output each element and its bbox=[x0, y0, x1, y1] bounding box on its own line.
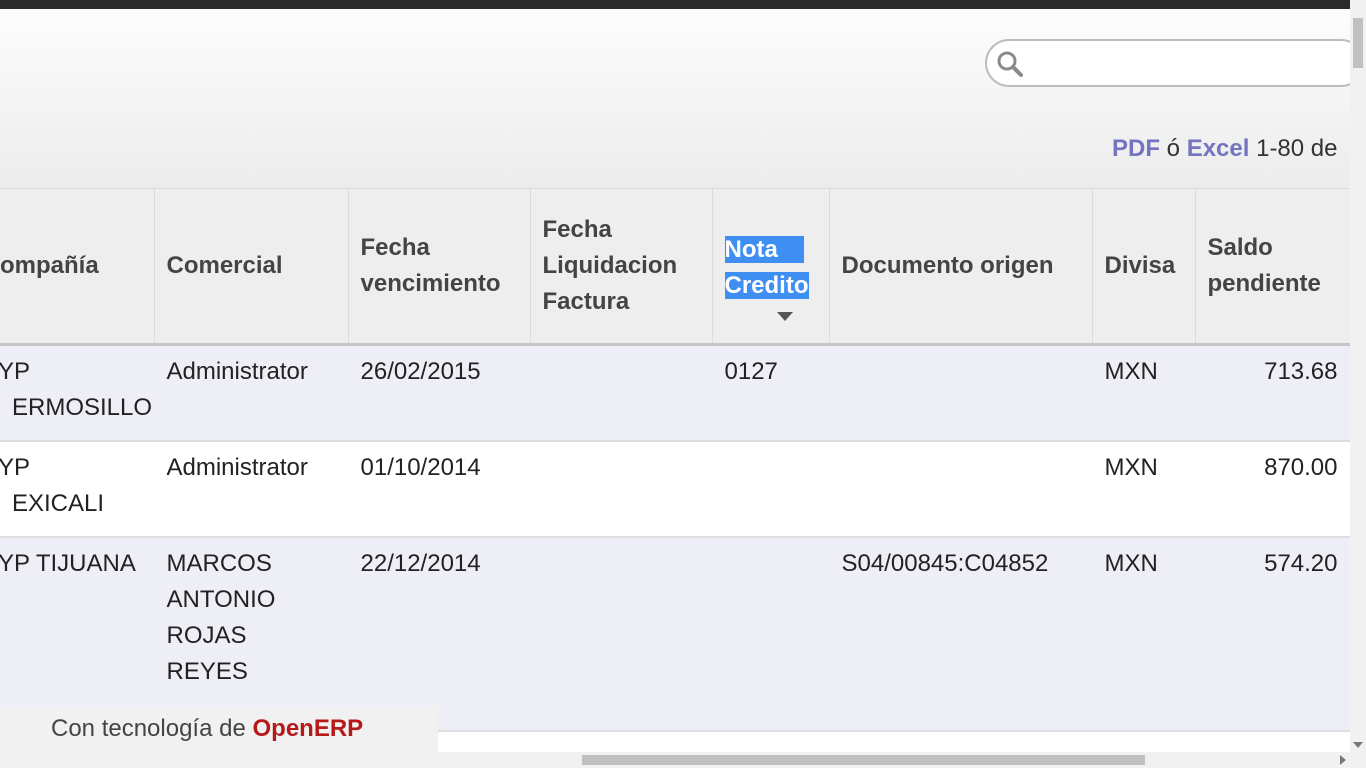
cell-salesperson-text: Administrator bbox=[166, 454, 308, 481]
cell-source-document bbox=[829, 344, 1092, 441]
cell-salesperson: Administrator bbox=[154, 441, 348, 537]
cell-settlement-date bbox=[530, 537, 712, 731]
column-header-source-document[interactable]: Documento origen bbox=[829, 188, 1093, 346]
cell-salesperson: MARCOS ANTONIO ROJAS REYES bbox=[154, 537, 348, 731]
cell-credit-note: 0127 bbox=[712, 344, 829, 441]
cell-settlement-date bbox=[530, 344, 712, 441]
vertical-scrollbar[interactable] bbox=[1350, 0, 1366, 768]
column-header-credit-note-line2: Credito bbox=[724, 271, 809, 299]
column-header-due-date-line1: Fecha bbox=[360, 234, 430, 261]
cell-balance: 713.68 bbox=[1195, 344, 1350, 441]
export-excel-link[interactable]: Excel bbox=[1187, 135, 1250, 162]
column-header-settlement-date-line3: Factura bbox=[542, 288, 630, 315]
table-row[interactable]: YP TIJUANA MARCOS ANTONIO ROJAS REYES 22… bbox=[0, 537, 1350, 731]
cell-company-line1: YP bbox=[0, 454, 31, 481]
column-header-currency[interactable]: Divisa bbox=[1092, 188, 1196, 346]
cell-company-line1: YP bbox=[0, 358, 31, 385]
column-header-currency-label: Divisa bbox=[1104, 252, 1176, 279]
sort-descending-icon[interactable] bbox=[776, 311, 793, 321]
cell-settlement-date bbox=[530, 441, 712, 537]
column-header-company-label: ompañía bbox=[0, 252, 99, 279]
cell-due-date: 01/10/2014 bbox=[348, 441, 530, 537]
cell-company: YP ERMOSILLO bbox=[0, 344, 154, 441]
table-row[interactable]: YP EXICALI Administrator 01/10/2014 MXN … bbox=[0, 441, 1350, 537]
pager-range[interactable]: 1-80 de bbox=[1256, 135, 1337, 162]
cell-company: YP EXICALI bbox=[0, 441, 154, 537]
cell-currency: MXN bbox=[1092, 344, 1195, 441]
column-header-salesperson[interactable]: Comercial bbox=[154, 188, 349, 346]
search-input[interactable] bbox=[1031, 47, 1335, 81]
search-box[interactable] bbox=[985, 39, 1365, 87]
column-header-salesperson-label: Comercial bbox=[166, 252, 283, 279]
export-pdf-link[interactable]: PDF bbox=[1112, 135, 1160, 162]
invoice-table: ompañía Comercial Fecha vencimiento Fech… bbox=[0, 188, 1350, 732]
column-header-balance[interactable]: Saldo pendiente bbox=[1195, 188, 1350, 346]
column-header-settlement-date-line1: Fecha bbox=[542, 216, 612, 243]
footer-text: Con tecnología de bbox=[51, 715, 246, 742]
cell-credit-note bbox=[712, 441, 829, 537]
cell-company-line1: YP TIJUANA bbox=[0, 550, 136, 577]
search-icon bbox=[997, 51, 1023, 77]
column-header-due-date[interactable]: Fecha vencimiento bbox=[348, 188, 531, 346]
cell-company: YP TIJUANA bbox=[0, 537, 154, 731]
cell-due-date: 26/02/2015 bbox=[348, 344, 530, 441]
cell-source-document bbox=[829, 441, 1092, 537]
horizontal-scrollbar-thumb[interactable] bbox=[582, 755, 1145, 765]
scroll-right-arrow-icon[interactable] bbox=[1340, 755, 1346, 765]
column-header-settlement-date[interactable]: Fecha Liquidacion Factura bbox=[530, 188, 713, 346]
column-header-credit-note-line1: Nota bbox=[724, 235, 804, 263]
openerp-brand-link[interactable]: OpenERP bbox=[252, 715, 363, 742]
cell-salesperson-line1: MARCOS bbox=[166, 550, 272, 577]
cell-source-document: S04/00845:C04852 bbox=[829, 537, 1092, 731]
scroll-down-arrow-icon[interactable] bbox=[1353, 742, 1363, 748]
cell-salesperson: Administrator bbox=[154, 344, 348, 441]
column-header-credit-note[interactable]: Nota Credito bbox=[712, 188, 830, 346]
cell-salesperson-line2: ANTONIO bbox=[166, 586, 276, 613]
cell-balance: 574.20 bbox=[1195, 537, 1350, 731]
list-header-area: PDF ó Excel 1-80 de bbox=[0, 9, 1365, 188]
pager-separator: ó bbox=[1166, 135, 1181, 162]
cell-salesperson-line3: ROJAS bbox=[166, 622, 247, 649]
column-header-company[interactable]: ompañía bbox=[0, 188, 155, 346]
cell-company-line2: EXICALI bbox=[12, 490, 105, 517]
column-header-due-date-line2: vencimiento bbox=[360, 270, 501, 297]
column-header-settlement-date-line2: Liquidacion bbox=[542, 252, 678, 279]
horizontal-scrollbar[interactable] bbox=[0, 752, 1350, 768]
invoice-table-container: ompañía Comercial Fecha vencimiento Fech… bbox=[0, 188, 1350, 750]
cell-balance: 870.00 bbox=[1195, 441, 1350, 537]
cell-credit-note bbox=[712, 537, 829, 731]
cell-currency: MXN bbox=[1092, 537, 1195, 731]
table-row[interactable]: YP ERMOSILLO Administrator 26/02/2015 01… bbox=[0, 344, 1350, 441]
cell-salesperson-text: Administrator bbox=[166, 358, 308, 385]
column-header-balance-line2: pendiente bbox=[1207, 270, 1321, 297]
pager: PDF ó Excel 1-80 de bbox=[1112, 135, 1338, 163]
cell-company-line2: ERMOSILLO bbox=[12, 394, 153, 421]
cell-currency: MXN bbox=[1092, 441, 1195, 537]
powered-by-footer: Con tecnología de OpenERP bbox=[0, 706, 438, 752]
cell-salesperson-line4: REYES bbox=[166, 658, 248, 685]
column-header-source-document-label: Documento origen bbox=[841, 252, 1054, 279]
browser-top-bar bbox=[0, 0, 1366, 9]
column-header-balance-line1: Saldo bbox=[1207, 234, 1273, 261]
vertical-scrollbar-thumb[interactable] bbox=[1353, 18, 1363, 68]
cell-due-date: 22/12/2014 bbox=[348, 537, 530, 731]
